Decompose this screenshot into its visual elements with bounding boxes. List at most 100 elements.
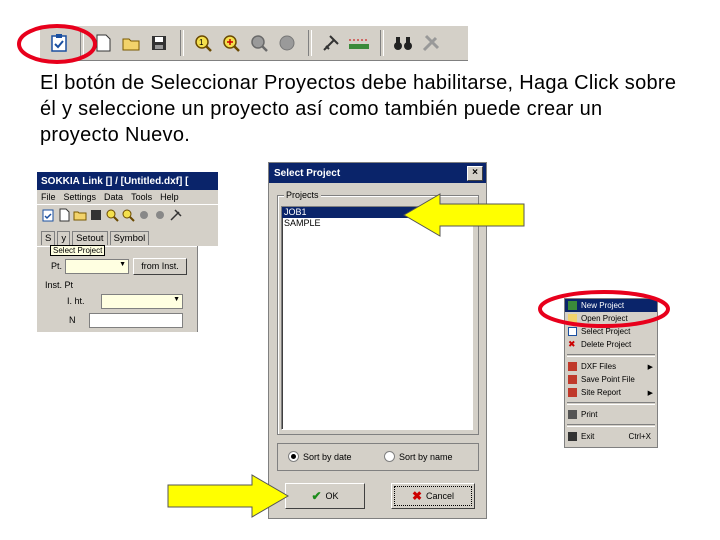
pan-icon[interactable] <box>153 208 167 222</box>
menu-item-label: DXF Files <box>581 362 617 371</box>
find-button[interactable] <box>390 30 416 56</box>
highlight-circle <box>17 24 97 64</box>
app-menubar: File Settings Data Tools Help <box>37 190 218 204</box>
menu-item-save-point-file[interactable]: Save Point File <box>565 373 657 386</box>
menu-data[interactable]: Data <box>104 192 123 202</box>
select-project-icon[interactable] <box>41 208 55 222</box>
zoom-in-icon <box>223 35 240 52</box>
cancel-label: Cancel <box>426 491 455 501</box>
dropdown-arrow-icon: ▼ <box>173 296 180 303</box>
app-titlebar: SOKKIA Link [] / [Untitled.dxf] [ <box>37 172 218 190</box>
open-folder-icon[interactable] <box>73 208 87 222</box>
exit-icon <box>568 432 577 441</box>
radio-selected-icon <box>288 451 299 462</box>
ht-select[interactable]: ▼ <box>101 294 183 309</box>
radio-unselected-icon <box>384 451 395 462</box>
pan-button[interactable] <box>274 30 300 56</box>
svg-text:1: 1 <box>199 38 204 47</box>
dialog-title: Select Project <box>274 167 341 179</box>
dropdown-arrow-icon: ▼ <box>119 261 126 268</box>
n-input[interactable] <box>89 313 183 328</box>
sort-by-name-label: Sort by name <box>399 451 453 462</box>
settings-tools-icon <box>422 34 440 52</box>
toolbar-separator <box>380 30 384 56</box>
projects-group-label: Projects <box>284 190 321 200</box>
tab-survey[interactable]: S <box>41 231 56 245</box>
sort-by-date-label: Sort by date <box>303 451 352 462</box>
menu-item-print[interactable]: Print <box>565 408 657 421</box>
printer-icon <box>568 410 577 419</box>
zoom-in-button[interactable] <box>218 30 244 56</box>
open-folder-icon <box>122 38 140 51</box>
app-toolbar <box>37 204 218 225</box>
zoom-window-icon[interactable] <box>137 208 151 222</box>
tab-symbol[interactable]: Symbol <box>109 231 150 245</box>
select-project-tooltip: Select Project <box>50 245 106 256</box>
toolbar-separator <box>308 30 312 56</box>
submenu-arrow-icon: ▶ <box>647 389 653 397</box>
save-icon <box>152 36 166 50</box>
menu-separator <box>567 424 655 427</box>
save-point-icon <box>568 375 577 384</box>
app-tabbar: S y Setout Symbol <box>37 225 218 245</box>
projects-list[interactable]: JOB1 SAMPLE <box>281 206 473 430</box>
menu-item-dxf-files[interactable]: DXF Files ▶ <box>565 360 657 373</box>
binoculars-icon <box>394 37 412 50</box>
tab-setout[interactable]: Setout <box>72 231 108 245</box>
from-inst-button[interactable]: from Inst. <box>133 258 187 275</box>
open-button[interactable] <box>118 30 144 56</box>
tab-y[interactable]: y <box>57 231 71 245</box>
toolbar-separator <box>180 30 184 56</box>
menu-item-label: Exit <box>581 432 595 441</box>
sort-group: Sort by date Sort by name <box>277 443 479 471</box>
highlight-circle <box>538 290 670 328</box>
zoom-extents-icon[interactable] <box>105 208 119 222</box>
menu-settings[interactable]: Settings <box>64 192 97 202</box>
checkmark-icon: ✔ <box>311 489 322 503</box>
save-icon[interactable] <box>89 208 103 222</box>
menu-tools[interactable]: Tools <box>131 192 152 202</box>
menu-separator <box>567 402 655 405</box>
delete-x-icon: ✖ <box>568 339 576 349</box>
zoom-in-icon[interactable] <box>121 208 135 222</box>
zoom-extents-icon: 1 <box>195 35 212 52</box>
app-side-panel <box>197 246 218 332</box>
draw-tool-icon[interactable] <box>169 208 183 222</box>
measure-button[interactable] <box>346 30 372 56</box>
save-button[interactable] <box>146 30 172 56</box>
pt-label: Pt. <box>51 261 63 271</box>
menu-file[interactable]: File <box>41 192 56 202</box>
dialog-titlebar: Select Project × <box>269 163 486 183</box>
app-panel: Pt. ▼ from Inst. Inst. Pt I. ht. ▼ N <box>37 246 197 332</box>
menu-help[interactable]: Help <box>160 192 179 202</box>
menu-item-exit[interactable]: Exit Ctrl+X <box>565 430 657 443</box>
n-label: N <box>69 315 76 325</box>
new-file-icon[interactable] <box>57 208 71 222</box>
draw-button[interactable] <box>318 30 344 56</box>
menu-item-label: Site Report <box>581 388 622 397</box>
menu-item-label: Save Point File <box>581 375 635 384</box>
pt-select[interactable]: ▼ <box>65 259 129 274</box>
draw-tool-icon <box>323 35 339 51</box>
main-toolbar: 1 <box>40 25 468 61</box>
arrow-to-ok <box>167 474 289 518</box>
measure-icon <box>349 39 369 49</box>
zoom-window-icon <box>251 35 268 52</box>
submenu-arrow-icon: ▶ <box>647 363 653 371</box>
menu-item-site-report[interactable]: Site Report ▶ <box>565 386 657 399</box>
ok-label: OK <box>325 491 339 501</box>
settings-button[interactable] <box>418 30 444 56</box>
ok-button[interactable]: ✔ OK <box>285 483 365 509</box>
menu-item-delete-project[interactable]: ✖ Delete Project <box>565 338 657 351</box>
zoom-extents-button[interactable]: 1 <box>190 30 216 56</box>
close-button[interactable]: × <box>467 165 483 181</box>
exit-shortcut: Ctrl+X <box>628 432 651 441</box>
zoom-window-button[interactable] <box>246 30 272 56</box>
sort-by-name-radio[interactable]: Sort by name <box>384 451 453 462</box>
inst-pt-label: Inst. Pt <box>45 280 74 290</box>
arrow-to-project <box>403 193 525 237</box>
menu-separator <box>567 354 655 357</box>
cancel-button[interactable]: ✖ Cancel <box>391 483 475 509</box>
menu-item-label: Print <box>581 410 598 419</box>
sort-by-date-radio[interactable]: Sort by date <box>288 451 352 462</box>
